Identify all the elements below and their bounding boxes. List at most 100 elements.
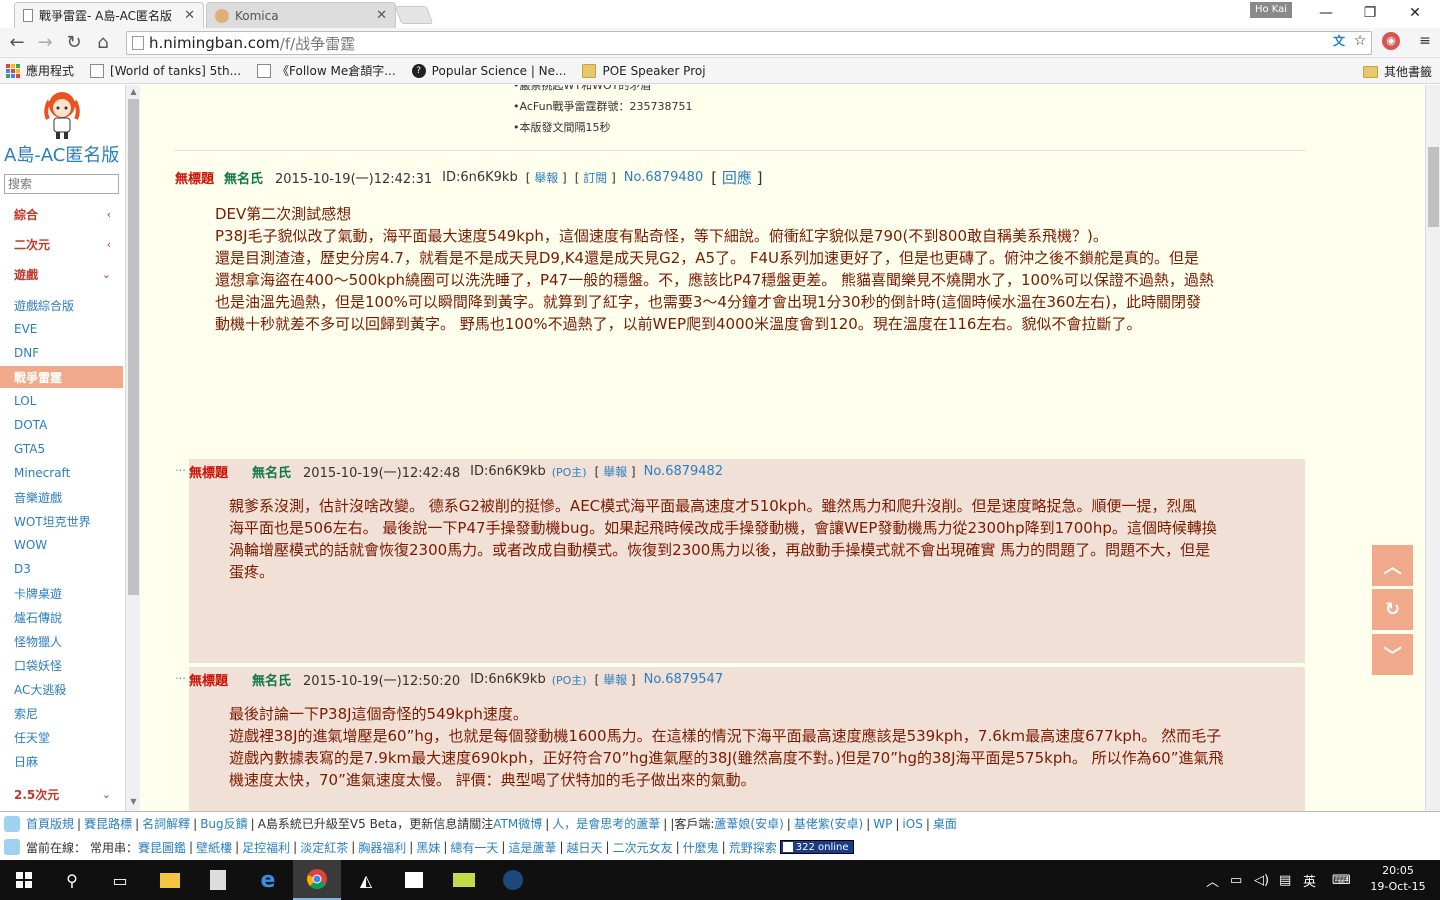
system-clock[interactable]: 20:05 19-Oct-15 [1366, 863, 1430, 895]
sidebar-item[interactable]: 索尼 [0, 702, 123, 724]
bookmark-followme[interactable]: 《Follow Me倉頡字... [257, 62, 396, 79]
client-link[interactable]: iOS [902, 817, 922, 831]
client-link[interactable]: 蘆葦娘(安卓) [714, 815, 783, 832]
sidebar-section-anime[interactable]: 二次元 ‹ [0, 233, 123, 255]
footer-link[interactable]: 名詞解釋 [142, 815, 190, 832]
sidebar-item[interactable]: AC大逃殺 [0, 678, 123, 700]
sidebar-item[interactable]: WOW [0, 534, 123, 556]
star-icon[interactable]: ☆ [1351, 32, 1369, 50]
mail-app-icon[interactable] [440, 860, 488, 900]
sidebar-section-general[interactable]: 綜合 ‹ [0, 203, 123, 225]
common-link[interactable]: 這是蘆葦 [508, 839, 556, 856]
client-link[interactable]: WP [873, 817, 892, 831]
common-link[interactable]: 黑妹 [416, 839, 440, 856]
sidebar-item-active[interactable]: 戰爭雷霆 [0, 366, 123, 388]
new-tab-button[interactable] [394, 6, 434, 24]
sidebar-section-2-5d[interactable]: 2.5次元 ⌄ [0, 783, 123, 805]
bookmark-popsci[interactable]: ? Popular Science | Ne... [411, 63, 566, 78]
ime-indicator[interactable]: 英 [1303, 860, 1316, 900]
forward-icon[interactable]: → [34, 32, 56, 54]
task-view-icon[interactable]: ▭ [96, 860, 144, 900]
common-link[interactable]: 荒野探索 [729, 839, 777, 856]
refresh-button[interactable]: ↻ [1372, 589, 1413, 630]
tray-chevron-up-icon[interactable]: ︿ [1206, 860, 1219, 900]
sidebar-item[interactable]: GTA5 [0, 438, 123, 460]
sidebar-item[interactable]: 卡牌桌遊 [0, 582, 123, 604]
fox-app-icon[interactable]: ◭ [342, 860, 390, 900]
report-link[interactable]: 舉報 [603, 673, 627, 687]
sidebar-item[interactable]: DOTA [0, 414, 123, 436]
common-link[interactable]: 總有一天 [450, 839, 498, 856]
common-link[interactable]: 二次元女友 [613, 839, 673, 856]
site-title[interactable]: A島-AC匿名版 [4, 141, 124, 167]
scrollbar-thumb[interactable] [128, 99, 139, 595]
profile-badge[interactable]: Ho Kai [1250, 2, 1292, 18]
bookmark-poe[interactable]: POE Speaker Proj [582, 63, 706, 78]
bookmark-wot[interactable]: [World of tanks] 5th... [90, 63, 241, 78]
common-link[interactable]: 賽昆圖鑑 [138, 839, 186, 856]
post-number-link[interactable]: No.6879547 [644, 672, 723, 687]
other-bookmarks[interactable]: 其他書籤 [1362, 63, 1432, 80]
sidebar-item[interactable]: LOL [0, 390, 123, 412]
keyboard-icon[interactable]: ⌨ [1332, 860, 1351, 900]
sidebar-item[interactable]: 怪物獵人 [0, 630, 123, 652]
footer-link[interactable]: 賽昆路標 [84, 815, 132, 832]
sidebar-item[interactable]: 日麻 [0, 750, 123, 772]
window-close-icon[interactable]: ✕ [1405, 4, 1425, 22]
extension-icon[interactable]: ◉ [1382, 32, 1400, 50]
page-scrollbar[interactable] [1425, 85, 1440, 811]
calculator-icon[interactable] [194, 860, 242, 900]
weibo-link[interactable]: ATM微博 [493, 815, 542, 832]
bookmark-apps[interactable]: 應用程式 [6, 62, 74, 79]
menu-icon[interactable]: ≡ [1416, 32, 1434, 50]
post-number-link[interactable]: No.6879480 [624, 170, 703, 185]
common-link[interactable]: 淡定紅茶 [300, 839, 348, 856]
steam-icon[interactable] [489, 860, 537, 900]
slogan-link[interactable]: 人，是會思考的蘆葦 [552, 815, 660, 832]
reply-link[interactable]: 回應 [722, 169, 752, 187]
chrome-icon[interactable] [293, 860, 341, 900]
common-link[interactable]: 什麼鬼 [683, 839, 719, 856]
sidebar-item[interactable]: 口袋妖怪 [0, 654, 123, 676]
common-link[interactable]: 越日天 [567, 839, 603, 856]
volume-icon[interactable]: ◁) [1254, 860, 1269, 900]
post-number-link[interactable]: No.6879482 [644, 464, 723, 479]
scroll-up-icon[interactable]: ▲ [126, 87, 141, 99]
scroll-down-icon[interactable]: ▼ [126, 797, 141, 809]
minimize-icon[interactable]: — [1316, 4, 1336, 22]
close-icon[interactable]: ✕ [184, 8, 195, 23]
sidebar-item[interactable]: DNF [0, 342, 123, 364]
sidebar-item[interactable]: 遊戲綜合版 [0, 294, 123, 316]
back-icon[interactable]: ← [6, 32, 28, 54]
tab-komica[interactable]: Komica ✕ [206, 2, 396, 28]
site-mascot-logo[interactable] [40, 89, 84, 141]
report-link[interactable]: 舉報 [603, 465, 627, 479]
client-link[interactable]: 桌面 [933, 815, 957, 832]
footer-link[interactable]: 首頁版規 [26, 815, 74, 832]
sidebar-item[interactable]: D3 [0, 558, 123, 580]
scroll-top-button[interactable]: ︿ [1372, 545, 1413, 586]
close-icon[interactable]: ✕ [376, 8, 387, 23]
edge-icon[interactable]: e [244, 860, 292, 900]
store-icon[interactable] [390, 860, 438, 900]
search-icon[interactable]: ⚲ [48, 860, 96, 900]
sidebar-item[interactable]: WOT坦克世界 [0, 510, 123, 532]
reload-icon[interactable]: ↻ [63, 32, 85, 54]
sidebar-item[interactable]: 任天堂 [0, 726, 123, 748]
home-icon[interactable]: ⌂ [92, 32, 114, 54]
client-link[interactable]: 基佬紫(安卓) [794, 815, 863, 832]
common-link[interactable]: 壁紙樓 [196, 839, 232, 856]
sidebar-item[interactable]: 爐石傳說 [0, 606, 123, 628]
notification-icon[interactable]: ▤ [1279, 860, 1291, 900]
search-input[interactable] [4, 174, 119, 194]
sidebar-item[interactable]: Minecraft [0, 462, 123, 484]
footer-link[interactable]: Bug反饋 [200, 815, 247, 832]
scrollbar-thumb[interactable] [1428, 147, 1439, 227]
sidebar-item[interactable]: EVE [0, 318, 123, 340]
network-icon[interactable]: ▭ [1230, 860, 1242, 900]
subscribe-link[interactable]: 訂閱 [583, 171, 607, 185]
translate-icon[interactable]: 文 [1330, 32, 1348, 50]
scroll-bottom-button[interactable]: ﹀ [1372, 634, 1413, 675]
file-explorer-icon[interactable] [146, 860, 194, 900]
windows-start-icon[interactable] [0, 860, 48, 900]
